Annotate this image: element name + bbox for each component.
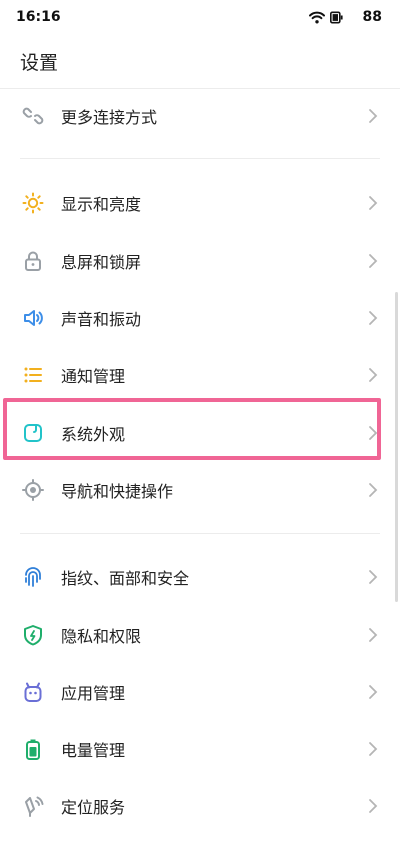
settings-item-location-services[interactable]: 定位服务 [0,778,400,834]
link-icon [22,105,44,127]
settings-item-battery-management[interactable]: 电量管理 [0,721,400,777]
chevron-right-icon [368,367,378,383]
settings-item-notifications[interactable]: 通知管理 [0,347,400,403]
settings-item-label: 电量管理 [61,741,126,760]
settings-item-sound-vibration[interactable]: 声音和振动 [0,290,400,346]
chevron-right-icon [368,684,378,700]
settings-item-navigation-shortcuts[interactable]: 导航和快捷操作 [0,462,400,518]
shield-icon [22,624,44,646]
settings-item-display-brightness[interactable]: 显示和亮度 [0,175,400,231]
chevron-right-icon [368,108,378,124]
settings-item-label: 更多连接方式 [61,108,158,127]
settings-item-label: 息屏和锁屏 [61,253,142,272]
chevron-right-icon [368,310,378,326]
highlight-frame [3,398,381,460]
android-icon [22,681,44,703]
section-divider [20,158,380,159]
settings-item-label: 导航和快捷操作 [61,482,174,501]
battery-manage-icon [22,738,44,760]
settings-item-fingerprint-face-security[interactable]: 指纹、面部和安全 [0,549,400,605]
settings-item-app-management[interactable]: 应用管理 [0,664,400,720]
status-bar: 16:16 88 [0,0,400,36]
settings-item-screen-lock[interactable]: 息屏和锁屏 [0,233,400,289]
settings-item-privacy-permissions[interactable]: 隐私和权限 [0,607,400,663]
wifi-icon [309,9,325,28]
fingerprint-icon [22,566,44,588]
status-icons [309,9,354,28]
chevron-right-icon [368,253,378,269]
settings-item-more-connections[interactable]: 更多连接方式 [0,88,400,144]
battery-percent: 88 [362,9,382,25]
settings-item-label: 定位服务 [61,798,126,817]
chevron-right-icon [368,482,378,498]
navigation-icon [22,479,44,501]
location-icon [22,795,44,817]
scrollbar[interactable] [395,292,398,602]
section-divider [20,533,380,534]
lock-icon [22,250,44,272]
chevron-right-icon [368,741,378,757]
settings-item-label: 显示和亮度 [61,195,142,214]
battery-icon [330,9,354,28]
settings-item-label: 通知管理 [61,367,126,386]
settings-item-label: 隐私和权限 [61,627,142,646]
chevron-right-icon [368,569,378,585]
chevron-right-icon [368,627,378,643]
chevron-right-icon [368,195,378,211]
settings-item-label: 声音和振动 [61,310,142,329]
list-icon [22,364,44,386]
speaker-icon [22,307,44,329]
sun-icon [22,192,44,214]
status-time: 16:16 [16,9,61,25]
settings-item-label: 指纹、面部和安全 [61,569,190,588]
settings-item-label: 应用管理 [61,684,126,703]
page-title: 设置 [20,52,59,74]
chevron-right-icon [368,798,378,814]
